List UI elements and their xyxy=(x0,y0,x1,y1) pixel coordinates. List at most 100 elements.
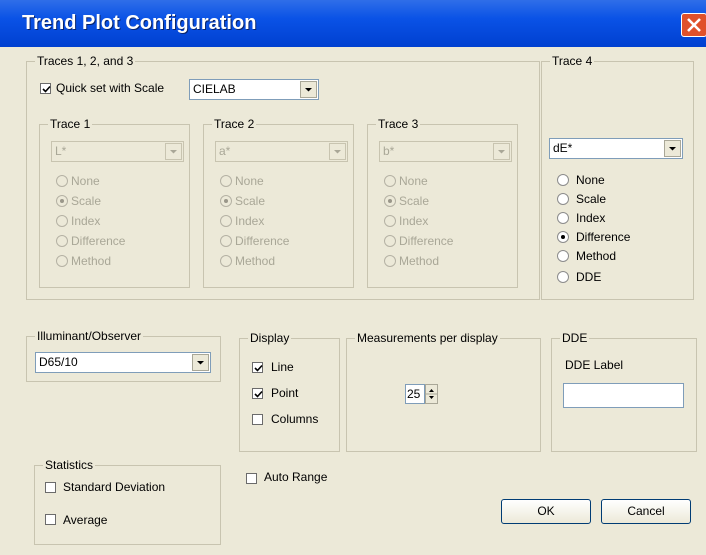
chevron-down-icon xyxy=(165,143,182,160)
check-icon xyxy=(42,85,51,93)
columns-checkbox[interactable] xyxy=(252,414,263,425)
trace-1-radio-difference[interactable] xyxy=(56,235,68,247)
trace-4-radio-scale[interactable] xyxy=(557,193,569,205)
radio-dot xyxy=(224,199,228,203)
measurements-group: Measurements per display xyxy=(346,330,541,452)
illuminant-select[interactable]: D65/10 xyxy=(35,352,211,373)
chevron-down-icon xyxy=(329,143,346,160)
trace-1-radio-scale[interactable] xyxy=(56,195,68,207)
trace-1-option-none: None xyxy=(71,174,100,188)
trace-3-radio-scale[interactable] xyxy=(384,195,396,207)
auto-range-label: Auto Range xyxy=(264,470,328,484)
illuminant-select-value: D65/10 xyxy=(39,355,78,369)
close-icon xyxy=(687,18,701,32)
ok-button[interactable]: OK xyxy=(501,499,591,524)
trace-4-radio-difference[interactable] xyxy=(557,231,569,243)
trace-4-option-scale: Scale xyxy=(576,192,607,206)
trace-4-option-method: Method xyxy=(576,249,617,263)
radio-dot xyxy=(561,235,565,239)
trace-1-label: Trace 1 xyxy=(48,116,93,132)
trace-4-radio-dde[interactable] xyxy=(557,271,569,283)
scale-select-value: CIELAB xyxy=(193,82,236,96)
trace-2-option-difference: Difference xyxy=(235,234,290,248)
trace-1-option-method: Method xyxy=(71,254,112,268)
trace-4-select[interactable]: dE* xyxy=(549,138,683,159)
spinner-arrows-icon xyxy=(426,389,437,399)
trace-3-radio-none[interactable] xyxy=(384,175,396,187)
statistics-group: Statistics xyxy=(34,457,221,545)
trace-3-radio-index[interactable] xyxy=(384,215,396,227)
point-checkbox[interactable] xyxy=(252,388,263,399)
trace-1-radio-method[interactable] xyxy=(56,255,68,267)
display-label: Display xyxy=(248,330,292,346)
auto-range-checkbox[interactable] xyxy=(246,473,257,484)
measurements-label: Measurements per display xyxy=(355,330,500,346)
trace-3-option-difference: Difference xyxy=(399,234,454,248)
trace-1-select-value: L* xyxy=(55,144,67,158)
trace-4-select-value: dE* xyxy=(553,141,573,155)
scale-select[interactable]: CIELAB xyxy=(189,79,319,100)
trace-3-radio-method[interactable] xyxy=(384,255,396,267)
dde-field-label: DDE Label xyxy=(565,358,624,372)
dde-label-input[interactable] xyxy=(563,383,684,408)
measurements-spinner[interactable] xyxy=(425,384,438,404)
trace-4-option-difference: Difference xyxy=(576,230,631,244)
trace-1-option-scale: Scale xyxy=(71,194,102,208)
trace-2-radio-none[interactable] xyxy=(220,175,232,187)
trace-2-radio-index[interactable] xyxy=(220,215,232,227)
trace-4-label: Trace 4 xyxy=(550,53,595,69)
line-checkbox[interactable] xyxy=(252,362,263,373)
trace-2-radio-scale[interactable] xyxy=(220,195,232,207)
traces-group-label: Traces 1, 2, and 3 xyxy=(35,53,136,69)
illuminant-label: Illuminant/Observer xyxy=(35,328,144,344)
statistics-label: Statistics xyxy=(43,457,96,473)
trace-3-select[interactable]: b* xyxy=(379,141,512,162)
average-label: Average xyxy=(63,513,108,527)
cancel-button[interactable]: Cancel xyxy=(601,499,691,524)
measurements-value: 25 xyxy=(407,387,421,401)
trace-2-label: Trace 2 xyxy=(212,116,257,132)
trace-4-radio-none[interactable] xyxy=(557,174,569,186)
chevron-down-icon xyxy=(192,354,209,371)
trace-4-option-index: Index xyxy=(576,211,606,225)
std-dev-label: Standard Deviation xyxy=(63,480,166,494)
trace-3-label: Trace 3 xyxy=(376,116,421,132)
trace-1-option-index: Index xyxy=(71,214,101,228)
dialog-window: Trend Plot Configuration Traces 1, 2, an… xyxy=(0,0,706,555)
trace-3-select-value: b* xyxy=(383,144,395,158)
check-icon xyxy=(254,364,263,372)
trace-1-select[interactable]: L* xyxy=(51,141,184,162)
trace-2-radio-method[interactable] xyxy=(220,255,232,267)
trace-4-radio-method[interactable] xyxy=(557,250,569,262)
measurements-input[interactable]: 25 xyxy=(405,384,425,404)
average-checkbox[interactable] xyxy=(45,514,56,525)
trace-2-select[interactable]: a* xyxy=(215,141,348,162)
trace-2-option-none: None xyxy=(235,174,264,188)
title-bar[interactable]: Trend Plot Configuration xyxy=(0,0,706,47)
std-dev-checkbox[interactable] xyxy=(45,482,56,493)
trace-1-radio-index[interactable] xyxy=(56,215,68,227)
quick-set-checkbox[interactable] xyxy=(40,83,51,94)
chevron-down-icon xyxy=(493,143,510,160)
dde-group-label: DDE xyxy=(560,330,590,346)
quick-set-label: Quick set with Scale xyxy=(56,81,165,95)
line-label: Line xyxy=(271,360,294,374)
trace-4-option-dde: DDE xyxy=(576,270,602,284)
trace-4-radio-index[interactable] xyxy=(557,212,569,224)
radio-dot xyxy=(60,199,64,203)
trace-2-radio-difference[interactable] xyxy=(220,235,232,247)
trace-3-radio-difference[interactable] xyxy=(384,235,396,247)
dialog-client: Traces 1, 2, and 3 Quick set with Scale … xyxy=(11,47,706,555)
trace-3-option-scale: Scale xyxy=(399,194,430,208)
trace-2-option-index: Index xyxy=(235,214,265,228)
trace-3-option-index: Index xyxy=(399,214,429,228)
close-button[interactable] xyxy=(681,13,706,37)
trace-3-option-method: Method xyxy=(399,254,440,268)
window-title: Trend Plot Configuration xyxy=(22,12,257,34)
trace-1-radio-none[interactable] xyxy=(56,175,68,187)
trace-3-option-none: None xyxy=(399,174,428,188)
point-label: Point xyxy=(271,386,299,400)
chevron-down-icon xyxy=(664,140,681,157)
trace-2-select-value: a* xyxy=(219,144,231,158)
trace-2-option-scale: Scale xyxy=(235,194,266,208)
